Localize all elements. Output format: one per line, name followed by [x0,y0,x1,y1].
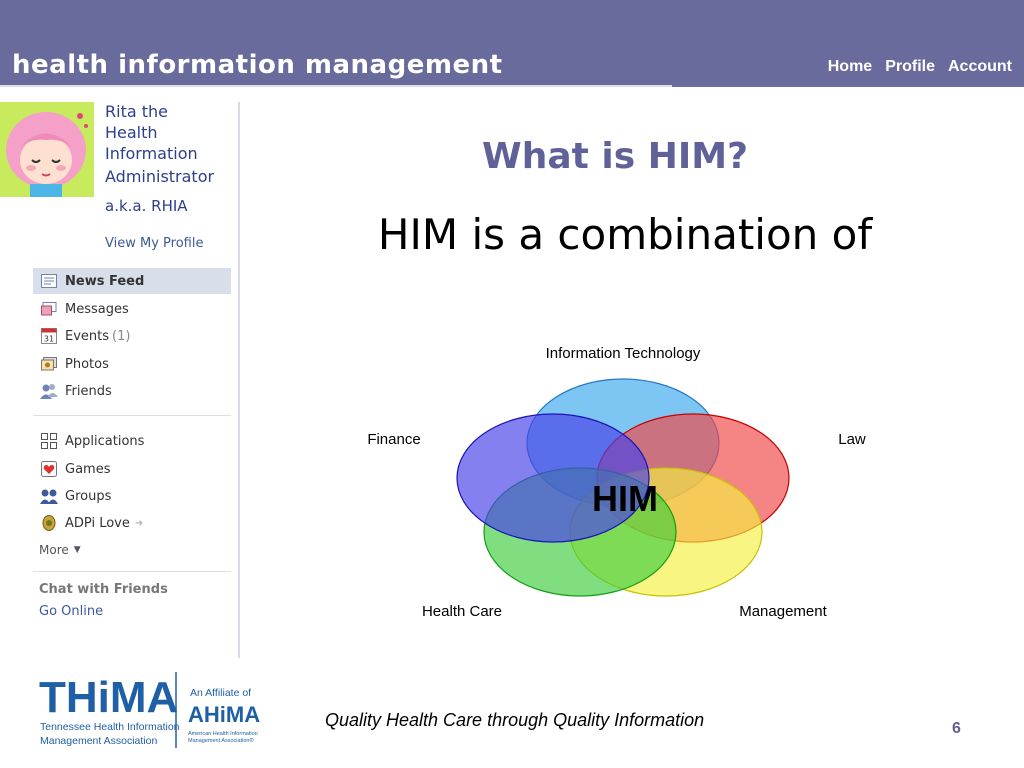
photos-icon [39,354,59,374]
sidebar-item-label: News Feed [65,273,145,289]
sidebar-item-label: Applications [65,433,145,449]
sidebar-divider [238,102,240,658]
thima-logo: THiMA Tennessee Health Information Manag… [39,672,260,748]
news-feed-icon [39,271,59,291]
svg-text:Management Association: Management Association [40,735,157,747]
site-title: health information management [12,50,503,80]
more-link[interactable]: More ▼ [39,543,81,557]
sidebar-separator [33,415,231,416]
svg-text:THiMA: THiMA [39,673,178,722]
profile-name: Rita the Health Information Administrato… [105,101,230,187]
footer-tagline: Quality Health Care through Quality Info… [325,710,705,730]
profile-name-line: Information [105,144,198,163]
svg-text:An Affiliate of: An Affiliate of [190,687,251,699]
page-number: 6 [952,720,961,737]
calendar-icon: 31 [39,326,59,346]
sidebar-item-label: Photos [65,356,109,372]
sidebar-separator [33,571,231,572]
venn-diagram: Information Technology Law Management He… [367,345,866,620]
sidebar-item-games[interactable]: Games [33,456,231,482]
sidebar-item-label: Groups [65,488,112,504]
messages-icon [39,299,59,319]
sidebar-item-adpi-love[interactable]: ADPi Love ➜ [33,510,231,536]
applications-icon [39,431,59,451]
nav-account-link[interactable]: Account [948,58,1012,76]
banner-divider [0,85,672,87]
calendar-icon-number: 31 [44,335,54,344]
sidebar-item-groups[interactable]: Groups [33,483,231,509]
nav-profile-link[interactable]: Profile [885,58,935,76]
slide-subtitle: HIM is a combination of [377,210,873,259]
cartoon-avatar-image [0,102,94,197]
svg-text:Tennessee Health Information: Tennessee Health Information [40,721,180,733]
view-profile-link[interactable]: View My Profile [105,236,203,251]
avatar[interactable] [0,102,94,197]
venn-center-label: HIM [592,478,658,519]
venn-label-law: Law [838,431,866,448]
nav-home-link[interactable]: Home [828,58,872,76]
sidebar-item-events[interactable]: 31 Events (1) [33,323,231,349]
sidebar-item-label: Games [65,461,111,477]
caret-down-icon: ▼ [73,545,81,555]
sidebar-item-messages[interactable]: Messages [33,296,231,322]
groups-icon [39,486,59,506]
sidebar-item-label: Messages [65,301,129,317]
svg-text:American Health Information: American Health Information [188,731,258,737]
venn-label-management: Management [739,603,827,620]
svg-text:AHiMA: AHiMA [188,702,260,727]
profile-name-line: Rita the [105,102,168,121]
sidebar-item-applications[interactable]: Applications [33,428,231,454]
profile-aka: a.k.a. RHIA [105,197,188,215]
games-icon [39,459,59,479]
venn-label-information-technology: Information Technology [546,345,701,362]
chat-heading: Chat with Friends [39,582,168,597]
sidebar-item-label: Events [65,328,110,344]
friends-icon [39,381,59,401]
slide-title: What is HIM? [482,136,748,177]
sidebar-item-count: (1) [112,328,131,344]
sidebar-item-photos[interactable]: Photos [33,351,231,377]
svg-text:Management Association®: Management Association® [188,737,254,744]
sidebar-item-label: ADPi Love [65,515,130,531]
profile-name-line: Administrator [105,167,215,186]
arrow-right-icon: ➜ [134,517,144,529]
sidebar-item-label: Friends [65,383,112,399]
profile-name-line: Health [105,123,158,142]
go-online-link[interactable]: Go Online [39,604,103,619]
top-nav: Home Profile Account [828,58,1012,76]
venn-label-finance: Finance [367,431,420,448]
venn-label-health-care: Health Care [422,603,502,620]
more-label: More [39,543,69,557]
sidebar-item-news-feed[interactable]: News Feed [33,268,231,294]
sidebar-item-friends[interactable]: Friends [33,378,231,404]
adpi-icon [39,513,59,533]
